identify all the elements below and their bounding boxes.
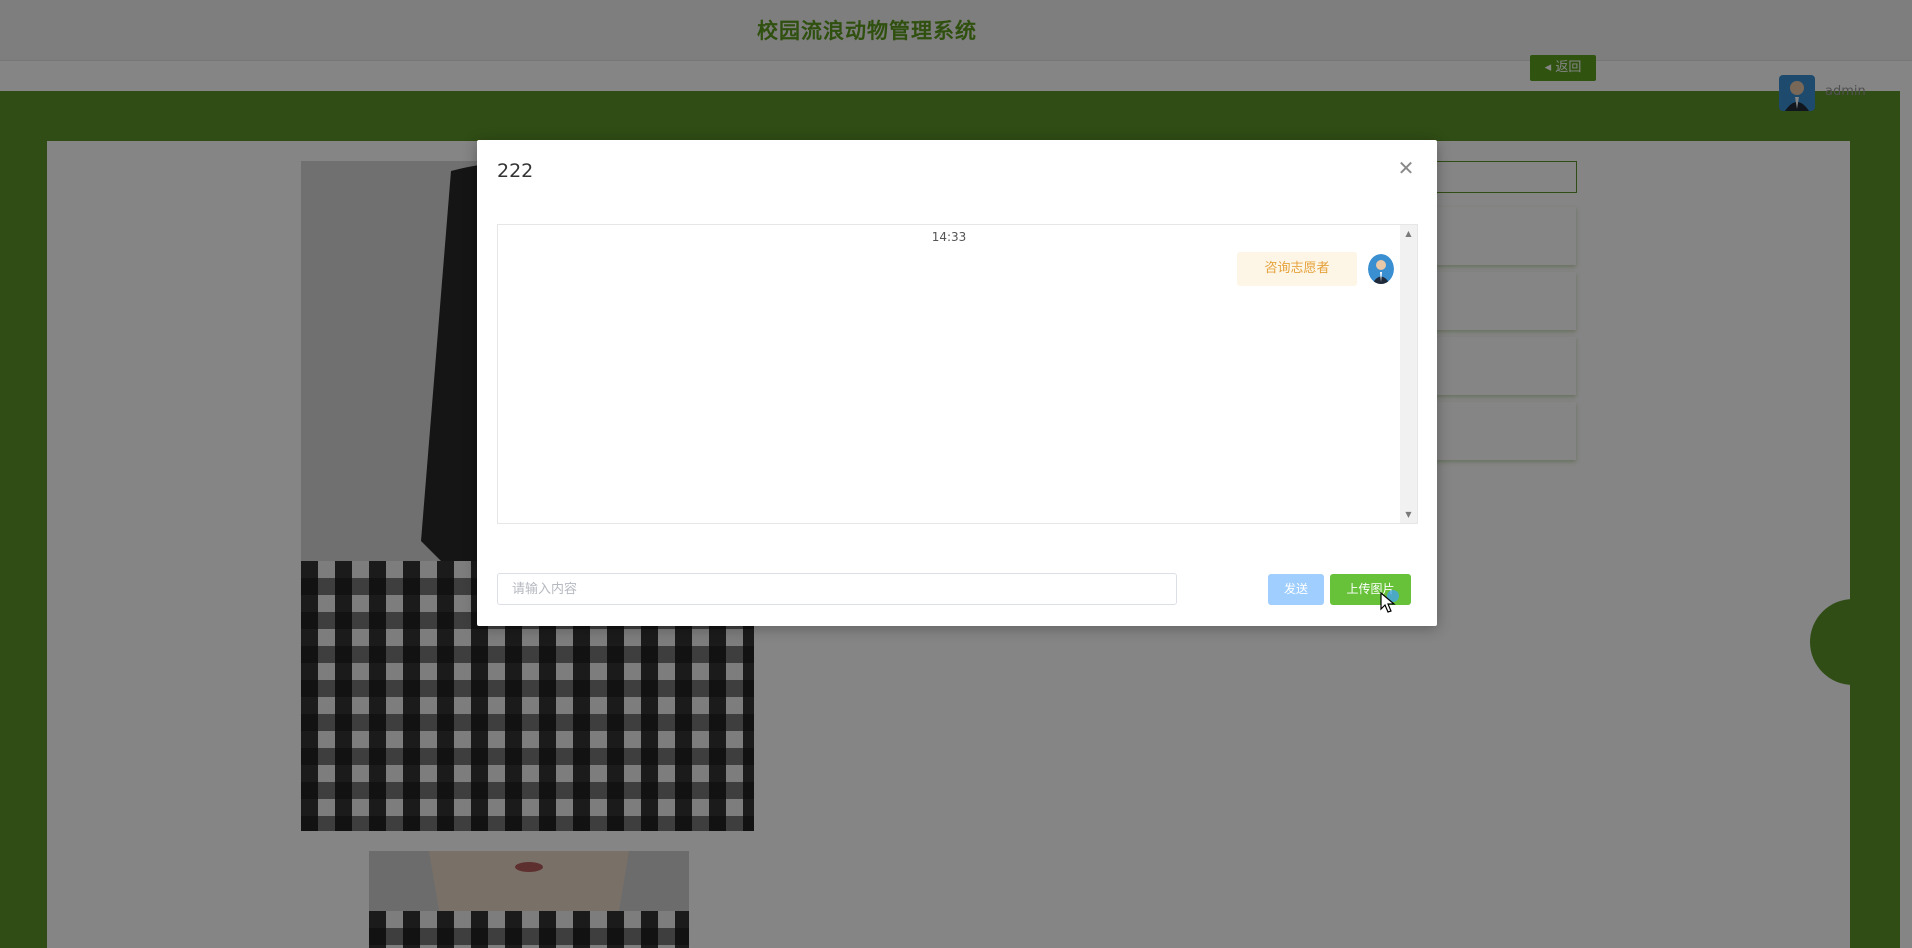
send-button[interactable]: 发送 <box>1268 574 1324 605</box>
sender-avatar-image <box>1368 254 1394 284</box>
message-input[interactable] <box>497 573 1177 605</box>
chat-scrollbar[interactable]: ▲ ▼ <box>1400 225 1417 523</box>
close-icon[interactable]: ✕ <box>1396 158 1416 178</box>
chat-dialog: 222 ✕ 14:33 咨询志愿者 ▲ ▼ 发送 上传图片 <box>477 140 1437 626</box>
scroll-down-icon[interactable]: ▼ <box>1400 506 1417 523</box>
sender-avatar <box>1368 254 1394 284</box>
chat-history[interactable]: 14:33 咨询志愿者 ▲ ▼ <box>497 224 1418 524</box>
upload-image-button[interactable]: 上传图片 <box>1330 574 1411 605</box>
mouse-cursor-icon <box>1380 592 1396 613</box>
scroll-up-icon[interactable]: ▲ <box>1400 225 1417 242</box>
dialog-title: 222 <box>497 160 534 182</box>
chat-message-bubble: 咨询志愿者 <box>1237 252 1357 286</box>
message-timestamp: 14:33 <box>931 230 967 244</box>
